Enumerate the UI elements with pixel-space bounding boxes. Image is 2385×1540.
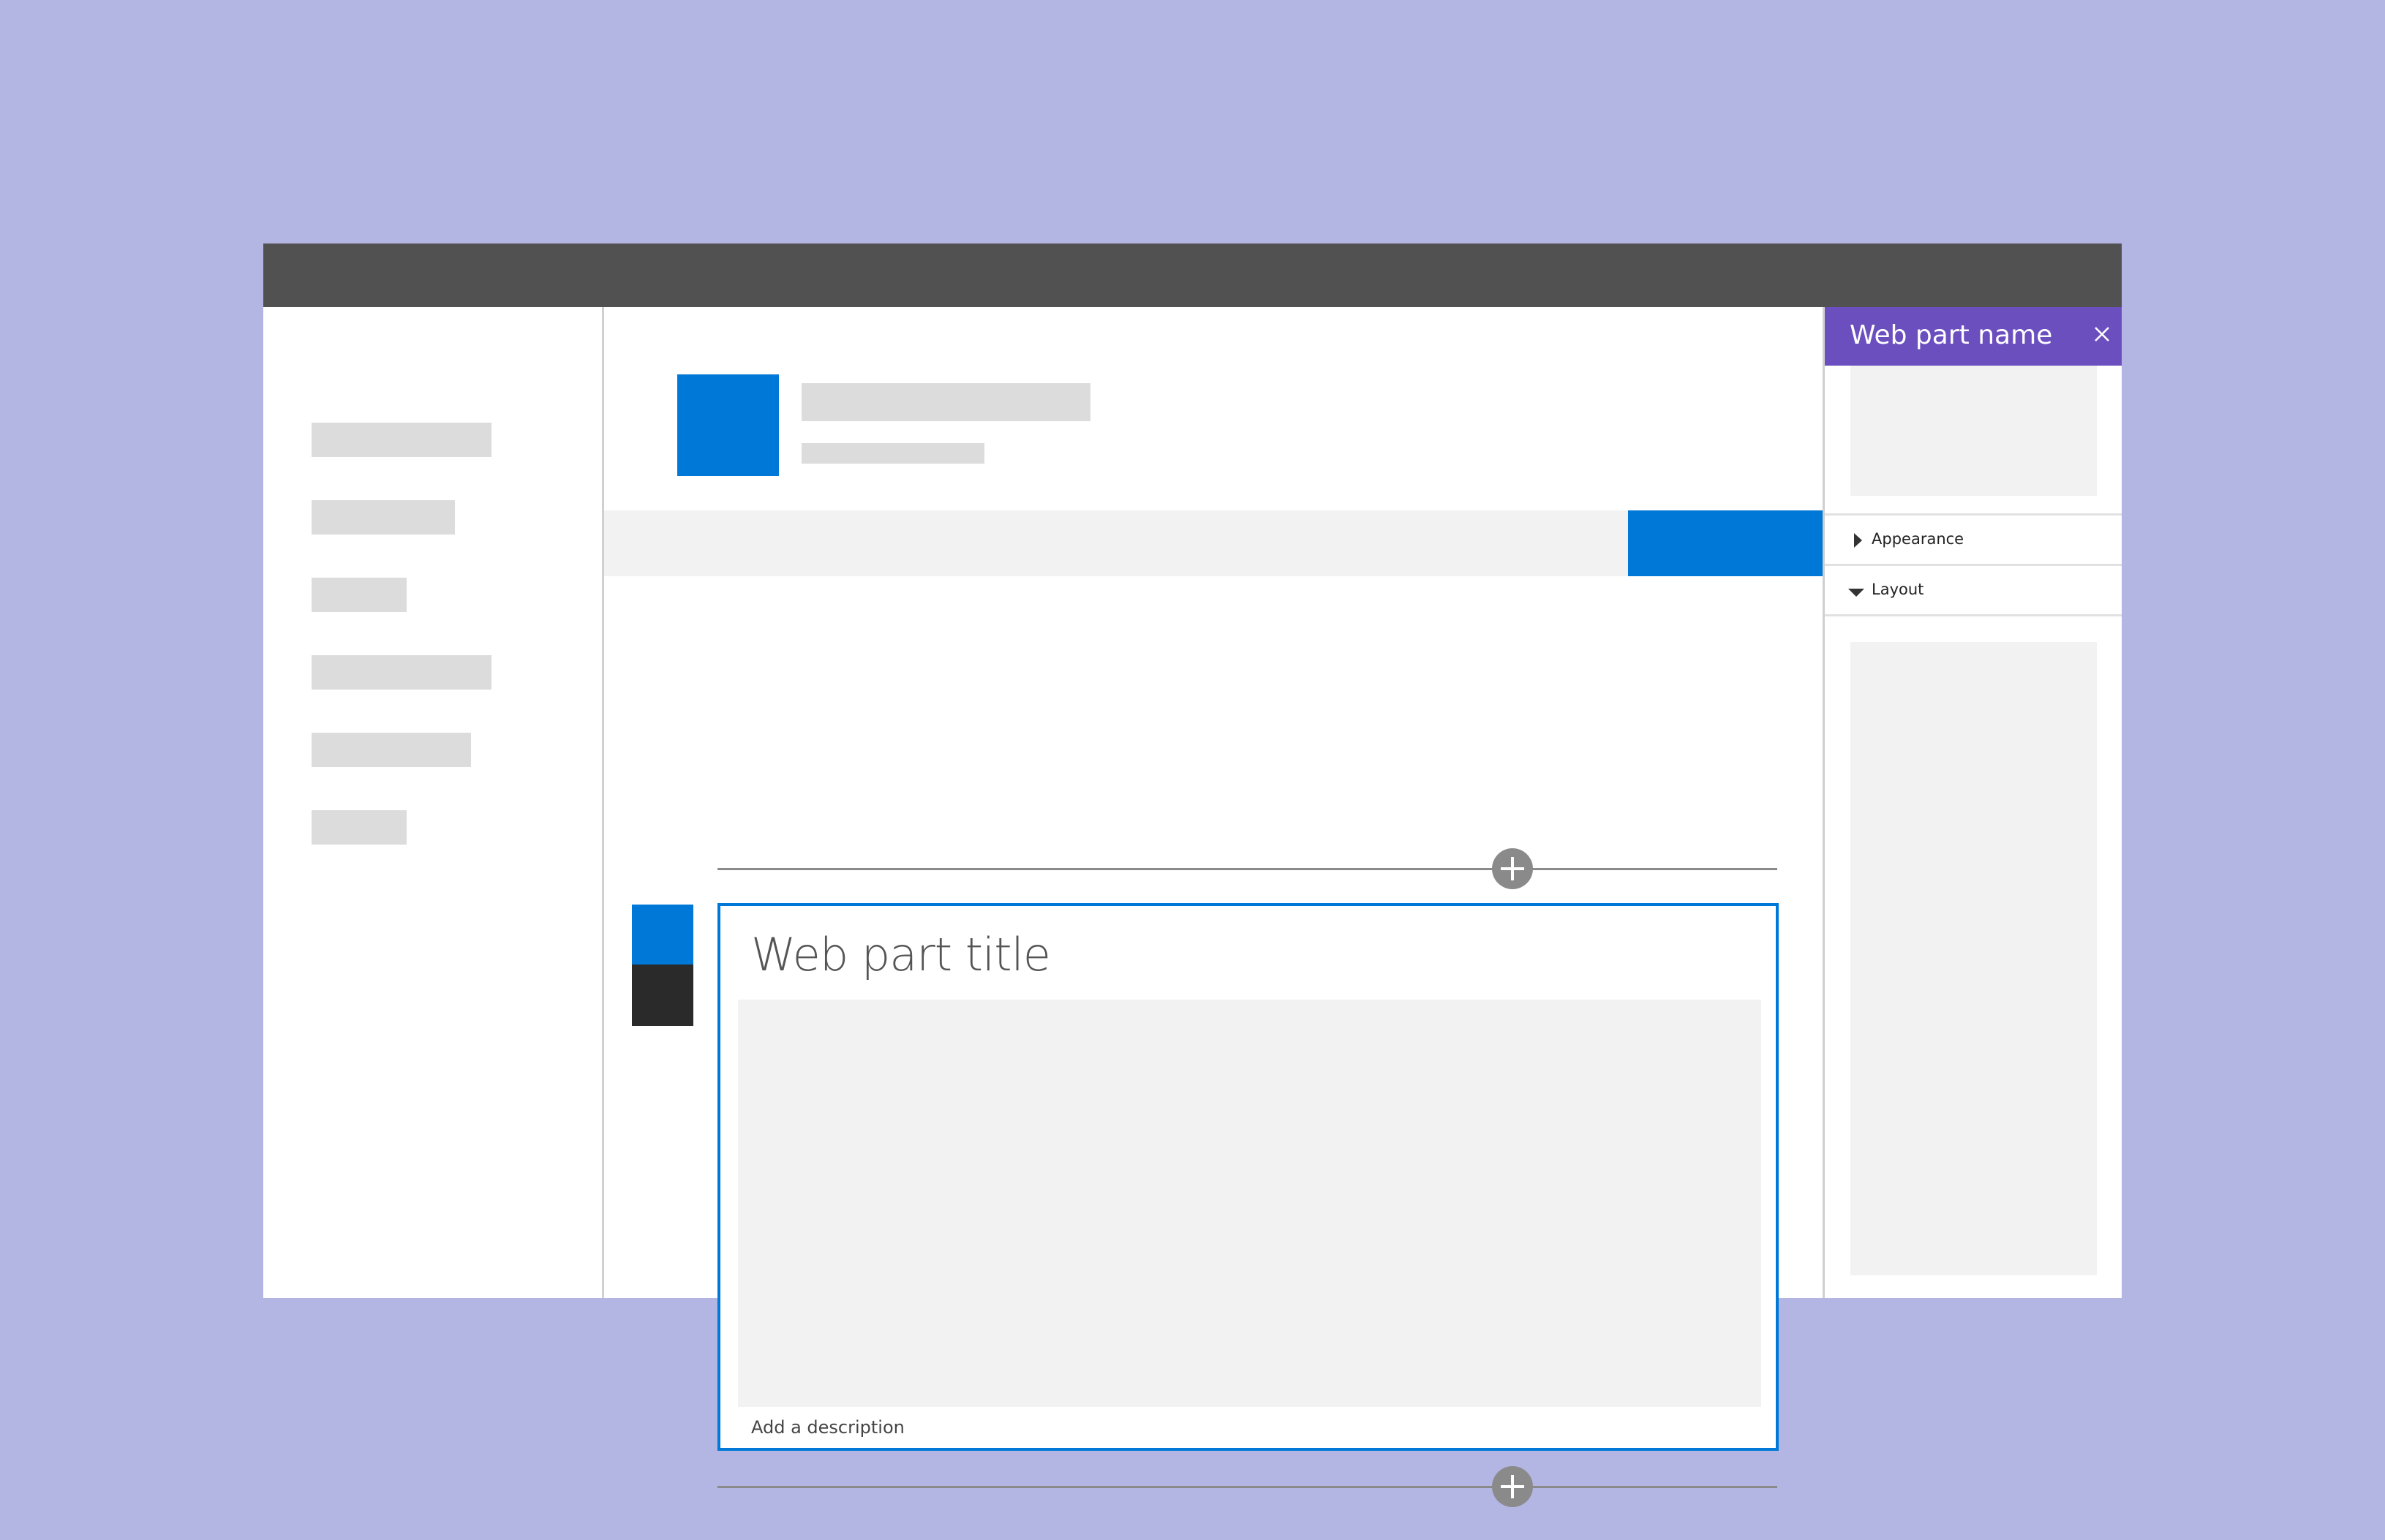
pane-section-label: Layout xyxy=(1872,581,1924,598)
command-bar xyxy=(604,510,1823,576)
webpart-title[interactable]: Web part title xyxy=(751,928,1051,981)
nav-item-placeholder[interactable] xyxy=(312,810,407,845)
site-logo xyxy=(677,374,779,476)
command-bar-action-button[interactable] xyxy=(1628,510,1823,576)
pane-separator xyxy=(1825,614,2122,616)
site-subtitle-placeholder xyxy=(802,443,984,464)
app-window: Web part title Add a description Web par… xyxy=(263,244,2122,1507)
pane-section-appearance[interactable]: Appearance xyxy=(1825,516,2122,564)
nav-item-placeholder[interactable] xyxy=(312,423,491,457)
selected-webpart[interactable]: Web part title Add a description xyxy=(717,903,1779,1451)
nav-item-placeholder[interactable] xyxy=(312,733,471,767)
section-divider-bottom xyxy=(717,1486,1777,1488)
add-webpart-button-top[interactable] xyxy=(1492,848,1533,889)
property-pane-preview-placeholder xyxy=(1850,366,2097,496)
property-pane-title: Web part name xyxy=(1850,320,2053,350)
site-title-placeholder xyxy=(802,383,1090,421)
webpart-content-area xyxy=(738,1000,1761,1407)
nav-item-placeholder[interactable] xyxy=(312,578,407,612)
pane-section-label: Appearance xyxy=(1872,530,1964,548)
property-pane-fields-placeholder xyxy=(1850,642,2097,1275)
webpart-move-toolbar-button[interactable] xyxy=(632,965,693,1026)
page-canvas: Web part title Add a description xyxy=(604,307,1823,1507)
webpart-edit-toolbar-button[interactable] xyxy=(632,905,693,965)
nav-item-placeholder[interactable] xyxy=(312,500,455,535)
nav-item-placeholder[interactable] xyxy=(312,655,491,690)
title-bar xyxy=(263,244,2122,307)
pane-section-layout[interactable]: Layout xyxy=(1825,566,2122,614)
property-pane-header: Web part name xyxy=(1825,307,2122,366)
add-webpart-button-bottom[interactable] xyxy=(1492,1466,1533,1507)
left-navigation xyxy=(263,307,604,1298)
chevron-right-icon xyxy=(1853,533,1863,551)
close-icon[interactable] xyxy=(2091,323,2113,345)
section-divider-top xyxy=(717,868,1777,870)
webpart-description[interactable]: Add a description xyxy=(751,1417,905,1438)
property-pane: Web part name Appearance Layout xyxy=(1823,307,2122,1298)
chevron-down-icon xyxy=(1848,586,1864,600)
